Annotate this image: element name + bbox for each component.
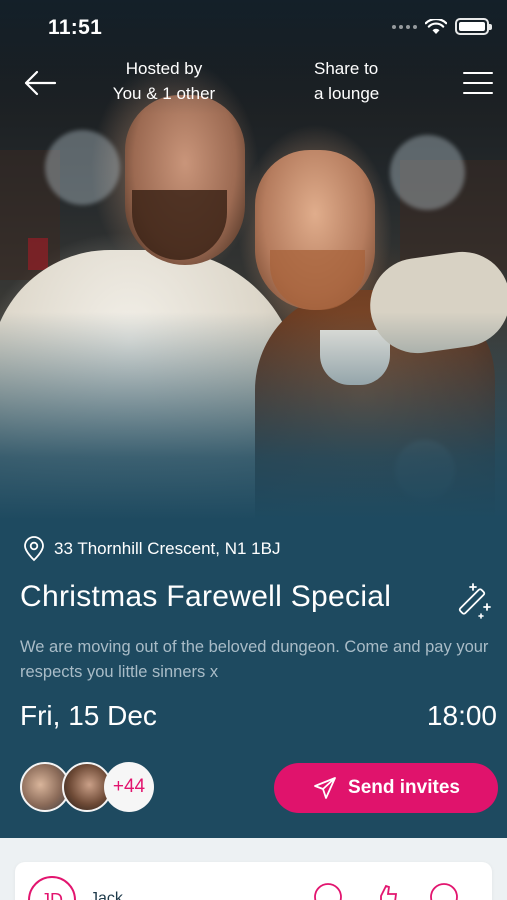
hosted-by-label: Hosted by <box>125 59 203 78</box>
send-invites-label: Send invites <box>348 777 460 798</box>
guest-avatars[interactable]: +44 <box>20 762 160 814</box>
send-invites-button[interactable]: Send invites <box>274 763 498 813</box>
signal-icon <box>392 24 417 29</box>
share-to-lounge-link[interactable]: Share to a lounge <box>314 56 394 106</box>
share-label-line2: a lounge <box>314 84 380 103</box>
event-date: Fri, 15 Dec <box>20 700 157 731</box>
wifi-icon <box>425 18 447 34</box>
menu-button[interactable] <box>463 72 493 96</box>
battery-icon <box>455 18 492 35</box>
back-button[interactable] <box>22 68 58 98</box>
hosted-by-names: You & 1 other <box>112 84 216 103</box>
status-bar: 11:51 <box>0 0 507 56</box>
address-text: 33 Thornhill Crescent, N1 1BJ <box>54 539 281 558</box>
share-label-line1: Share to <box>314 59 379 78</box>
hosted-by-link[interactable]: Hosted by You & 1 other <box>104 56 224 106</box>
host-card[interactable]: JD Jack <box>15 862 492 900</box>
money-icon[interactable] <box>313 882 343 900</box>
event-time: 18:00 <box>426 700 497 731</box>
magic-wand-icon <box>458 583 491 619</box>
hamburger-menu-icon <box>463 72 493 94</box>
status-icons <box>392 18 492 35</box>
magic-button[interactable] <box>451 578 495 622</box>
arrow-left-icon <box>24 70 57 96</box>
more-guests-count[interactable]: +44 <box>104 762 154 812</box>
host-name: Jack <box>90 890 123 900</box>
thumbs-up-icon[interactable] <box>371 882 401 900</box>
top-navigation: Hosted by You & 1 other Share to a loung… <box>0 56 507 112</box>
status-time: 11:51 <box>48 16 103 39</box>
paper-plane-icon <box>314 777 336 799</box>
event-address[interactable]: 33 Thornhill Crescent, N1 1BJ <box>22 536 280 562</box>
event-title: Christmas Farewell Special <box>20 580 392 613</box>
event-description: We are moving out of the beloved dungeon… <box>20 638 489 681</box>
host-avatar: JD <box>28 876 76 900</box>
chat-icon[interactable] <box>429 882 459 900</box>
location-pin-icon <box>24 536 44 562</box>
